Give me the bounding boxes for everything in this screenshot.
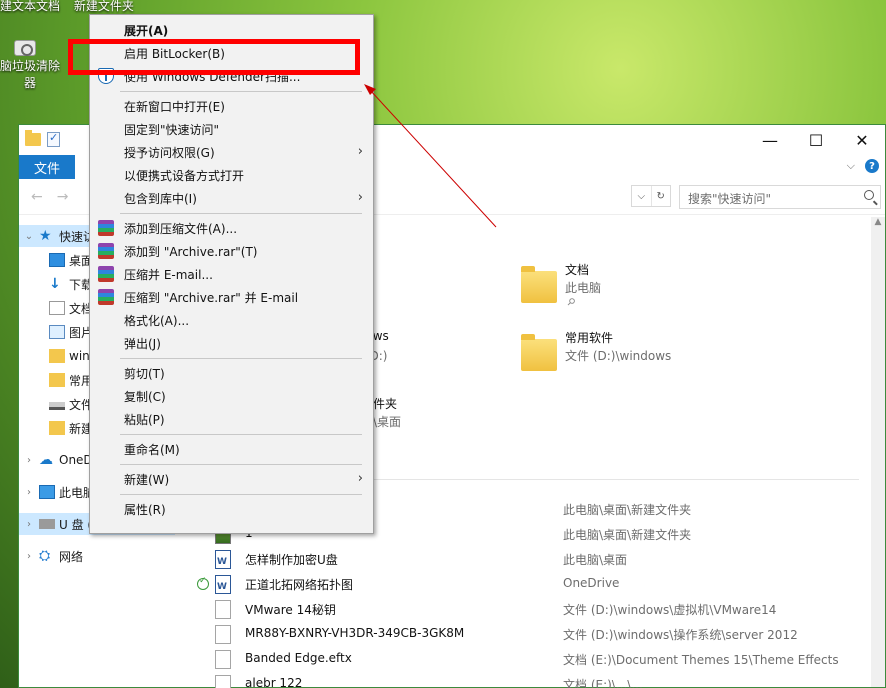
annotation-arrow — [364, 84, 497, 228]
annotation-arrow-line — [369, 89, 497, 228]
annotation-arrow-head — [364, 84, 376, 95]
